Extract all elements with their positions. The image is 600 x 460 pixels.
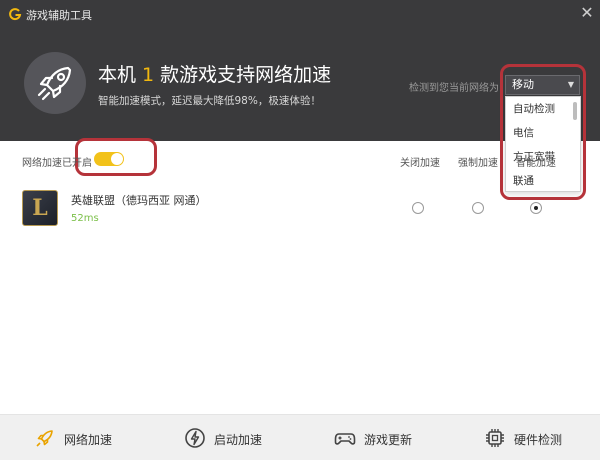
headline-prefix: 本机 [98,64,137,86]
radio-mode-smart[interactable] [530,202,542,214]
tab-hardware-check[interactable]: 硬件检测 [450,415,600,460]
window-title: 游戏辅助工具 [26,9,92,22]
headline-suffix: 款游戏支持网络加速 [160,64,332,86]
network-select[interactable]: 移动 ▼ [505,75,580,95]
tab-network-accel[interactable]: 网络加速 [0,415,150,460]
column-header-off: 关闭加速 [400,158,440,169]
headline-subtitle: 智能加速模式，延迟最大降低98%，极速体验！ [98,95,321,107]
dropdown-scrollbar[interactable] [573,102,577,120]
dropdown-arrow-icon: ▼ [567,80,574,89]
acceleration-toggle-label: 网络加速已开启 [22,158,92,169]
tab-game-update[interactable]: 游戏更新 [300,415,450,460]
radio-mode-force[interactable] [472,202,484,214]
dropdown-option-auto[interactable]: 自动检测 [506,97,580,121]
page-headline: 本机 1 款游戏支持网络加速 [98,60,331,87]
toggle-knob [111,153,123,165]
bottom-tab-bar: 网络加速 启动加速 游戏更新 硬件检测 [0,414,600,460]
gamepad-icon [334,433,356,445]
radio-mode-off[interactable] [412,202,424,214]
lightning-icon [185,428,205,448]
game-name: 英雄联盟（德玛西亚 网通） [71,194,207,207]
rocket-icon [36,430,53,447]
network-detect-label: 检测到您当前网络为 [409,83,499,94]
chip-icon [486,429,504,447]
network-dropdown-list: 自动检测 电信 方正宽带 联通 [505,96,581,192]
network-selected-value: 移动 [512,78,534,91]
column-header-smart: 智能加速 [516,158,556,169]
game-count: 1 [142,64,155,86]
tab-label: 启动加速 [214,433,263,447]
game-ping: 52ms [71,213,99,224]
tab-label: 网络加速 [64,433,113,447]
column-header-force: 强制加速 [458,158,498,169]
acceleration-toggle[interactable] [94,152,124,166]
title-bar: 游戏辅助工具 ✕ [0,0,600,28]
tab-startup-accel[interactable]: 启动加速 [150,415,300,460]
close-button[interactable]: ✕ [578,4,596,22]
lol-game-icon: L [22,190,58,226]
rocket-icon [24,52,86,114]
tab-label: 游戏更新 [364,433,413,447]
dropdown-option-unicom[interactable]: 联通 [506,169,580,193]
tab-label: 硬件检测 [514,433,563,447]
dropdown-option-telecom[interactable]: 电信 [506,121,580,145]
app-logo-icon [9,8,22,21]
